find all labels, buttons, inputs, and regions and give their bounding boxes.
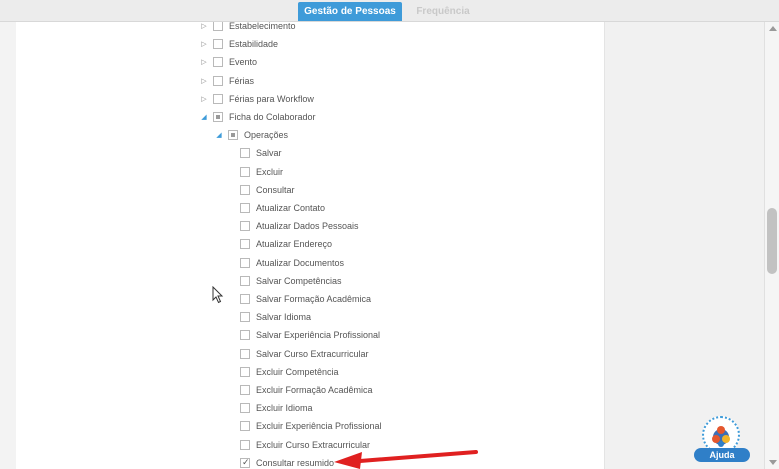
tree-item[interactable]: Atualizar Documentos — [240, 254, 344, 272]
tree-item-label: Consultar resumido — [256, 457, 335, 468]
vertical-scrollbar[interactable] — [764, 22, 779, 469]
tree-item-checkbox[interactable] — [240, 366, 250, 377]
tree-item-checkbox[interactable] — [240, 348, 250, 359]
tree-item-label: Ficha do Colaborador — [229, 112, 316, 122]
tree-item-checkbox[interactable] — [240, 457, 250, 468]
tree-item-checkbox[interactable] — [213, 112, 223, 122]
tree-item-checkbox[interactable] — [240, 294, 250, 304]
tree-item[interactable]: ▷ Estabilidade — [199, 35, 278, 53]
tree-item[interactable]: Salvar Formação Acadêmica — [240, 290, 371, 308]
tree-item[interactable]: ▷ Férias para Workflow — [199, 90, 314, 108]
tree-item[interactable]: Atualizar Contato — [240, 199, 325, 217]
tree-item-label: Férias — [229, 75, 255, 86]
tree-item-label: Consultar — [256, 184, 295, 195]
tree-item-label: Salvar Experiência Profissional — [256, 330, 381, 341]
tree-item[interactable]: Atualizar Endereço — [240, 235, 332, 253]
scroll-up-icon[interactable] — [769, 26, 777, 31]
tree-item-checkbox[interactable] — [240, 385, 250, 395]
tree-item-label: Salvar Competências — [256, 275, 342, 286]
collapse-icon[interactable]: ◢ — [199, 113, 209, 121]
tree-item-checkbox[interactable] — [240, 184, 250, 195]
help-widget[interactable]: Ajuda — [694, 414, 750, 464]
tree-item-checkbox[interactable] — [213, 75, 223, 86]
tree-item-checkbox[interactable] — [213, 39, 223, 50]
expand-icon[interactable]: ▷ — [199, 77, 209, 85]
tree-item[interactable]: Excluir Experiência Profissional — [240, 417, 382, 435]
tree-item-checkbox[interactable] — [240, 239, 250, 250]
tree-item-label: Estabelecimento — [229, 22, 296, 31]
scroll-down-icon[interactable] — [769, 460, 777, 465]
tree-item[interactable]: Excluir — [240, 163, 283, 181]
tree-item[interactable]: ▷ Estabelecimento — [199, 22, 296, 35]
tree-item-label: Atualizar Endereço — [256, 239, 333, 250]
tree-item-checkbox[interactable] — [213, 22, 223, 31]
tree-item-checkbox[interactable] — [240, 166, 250, 177]
tree-item-checkbox[interactable] — [240, 203, 250, 213]
tree-item-checkbox[interactable] — [240, 312, 250, 323]
tree-item-label: Salvar Idioma — [256, 312, 312, 323]
tree-item-checkbox[interactable] — [213, 93, 223, 104]
mascot-icon — [712, 426, 730, 447]
tree-item[interactable]: Salvar Experiência Profissional — [240, 326, 380, 344]
tree-item-label: Atualizar Documentos — [256, 257, 345, 268]
tree-item-label: Salvar — [256, 148, 282, 159]
collapse-icon[interactable]: ◢ — [214, 131, 224, 139]
tree-item[interactable]: ◢ Operações — [214, 126, 288, 144]
expand-icon[interactable]: ▷ — [199, 40, 209, 48]
left-gutter — [0, 22, 16, 469]
top-nav-bar: Gestão de Pessoas Frequência — [0, 0, 779, 22]
tree-item[interactable]: Salvar Idioma — [240, 308, 311, 326]
tree-item[interactable]: Excluir Formação Acadêmica — [240, 381, 373, 399]
tree-item-checkbox[interactable] — [240, 257, 250, 268]
mouse-cursor-icon — [212, 286, 224, 304]
tree-item-label: Atualizar Dados Pessoais — [256, 221, 359, 232]
tree-item-checkbox[interactable] — [240, 148, 250, 159]
tree-item-label: Excluir Experiência Profissional — [256, 421, 382, 432]
tree-item-label: Atualizar Contato — [256, 203, 326, 213]
tree-item[interactable]: Salvar Competências — [240, 272, 342, 290]
tree-item[interactable]: Excluir Competência — [240, 363, 339, 381]
tree-item-label: Estabilidade — [229, 39, 279, 50]
tree-item-label: Excluir — [256, 166, 284, 177]
tab-gestao-de-pessoas[interactable]: Gestão de Pessoas — [298, 2, 402, 21]
tab-frequencia[interactable]: Frequência — [404, 2, 482, 21]
expand-icon[interactable]: ▷ — [199, 95, 209, 103]
tree-item[interactable]: ◢ Ficha do Colaborador — [199, 108, 316, 126]
tree-item-label: Evento — [229, 57, 258, 68]
tree-item-checkbox[interactable] — [228, 130, 238, 141]
permissions-panel: ▷ Estabelecimento ▷ Estabilidade ▷ Evento ▷ Fér… — [16, 22, 604, 469]
right-panel — [604, 22, 764, 469]
expand-icon[interactable]: ▷ — [199, 22, 209, 30]
tree-item-checkbox[interactable] — [240, 403, 250, 414]
tree-item-checkbox[interactable] — [240, 330, 250, 341]
tree-item-label: Salvar Curso Extracurricular — [256, 348, 369, 359]
tree-item-label: Excluir Idioma — [256, 403, 313, 414]
annotation-arrow-icon — [334, 450, 478, 469]
tree-item-checkbox[interactable] — [240, 221, 250, 232]
tree-item[interactable]: Atualizar Dados Pessoais — [240, 217, 359, 235]
tree-item-label: Excluir Formação Acadêmica — [256, 385, 373, 395]
tree-item-checkbox[interactable] — [213, 57, 223, 68]
tree-item[interactable]: Salvar — [240, 144, 282, 162]
tree-item[interactable]: Consultar — [240, 181, 295, 199]
tree-item-label: Excluir Competência — [256, 366, 339, 377]
tree-item[interactable]: Consultar resumido — [240, 454, 334, 469]
tree-item[interactable]: Salvar Curso Extracurricular — [240, 345, 369, 363]
tree-item-checkbox[interactable] — [240, 275, 250, 286]
tree-item[interactable]: Excluir Idioma — [240, 399, 313, 417]
tree-item-checkbox[interactable] — [240, 421, 250, 432]
expand-icon[interactable]: ▷ — [199, 58, 209, 66]
scroll-thumb[interactable] — [767, 208, 777, 274]
tree-item[interactable]: ▷ Férias — [199, 72, 254, 90]
help-button[interactable]: Ajuda — [694, 448, 750, 462]
tree-item-label: Salvar Formação Acadêmica — [256, 294, 372, 304]
tree-item-label: Operações — [244, 130, 289, 141]
tree-item-checkbox[interactable] — [240, 439, 250, 450]
tree-item[interactable]: ▷ Evento — [199, 53, 257, 71]
tree-item-label: Férias para Workflow — [229, 93, 314, 104]
